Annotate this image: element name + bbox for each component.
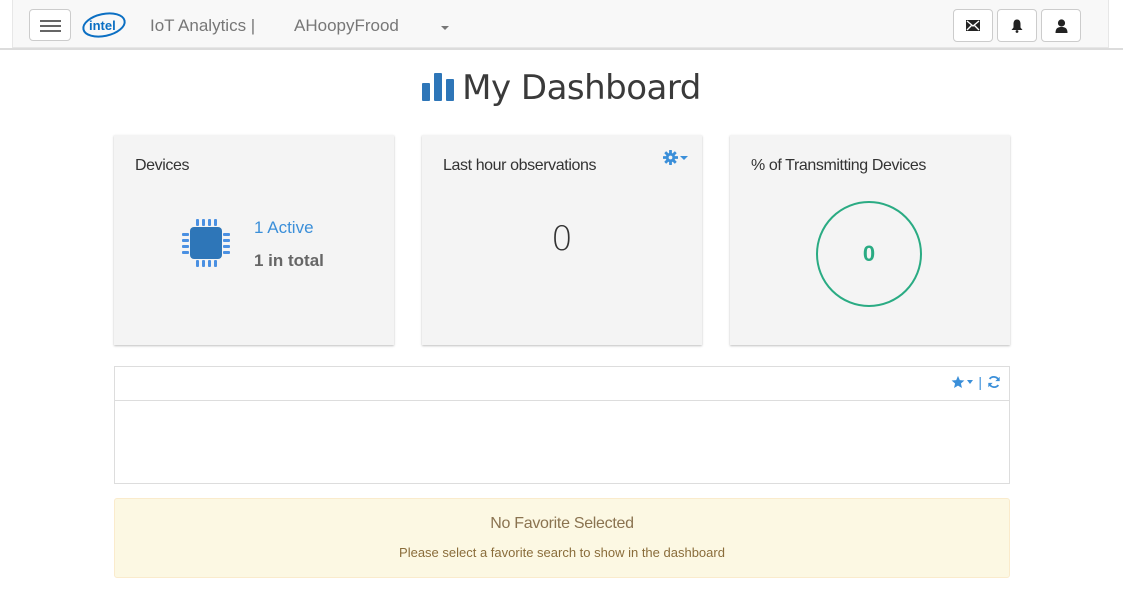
chevron-down-icon — [967, 380, 974, 384]
menu-icon-bar — [40, 30, 61, 32]
gear-icon — [663, 150, 678, 165]
devices-card: Devices 1 Active 1 in total — [114, 135, 394, 345]
observations-count: 0 — [551, 219, 573, 259]
active-devices-link[interactable]: 1 Active — [254, 218, 314, 238]
account-selector[interactable]: AHoopyFrood — [294, 16, 399, 36]
observations-settings-dropdown[interactable] — [663, 150, 688, 165]
intel-logo[interactable]: intel — [81, 11, 127, 44]
bar-chart-icon — [422, 72, 455, 101]
messages-button[interactable] — [953, 9, 993, 42]
no-favorite-alert: No Favorite Selected Please select a fav… — [114, 498, 1010, 578]
app-title: IoT Analytics | — [150, 16, 256, 35]
menu-icon-bar — [40, 25, 61, 27]
alert-heading: No Favorite Selected — [490, 515, 634, 532]
favorites-panel-header: | — [115, 367, 1009, 401]
page-title: My Dashboard — [0, 68, 1123, 108]
notifications-button[interactable] — [997, 9, 1037, 42]
transmitting-card-title: % of Transmitting Devices — [751, 157, 926, 174]
devices-card-title: Devices — [135, 157, 190, 174]
favorite-select-dropdown[interactable] — [951, 375, 974, 389]
mail-icon — [966, 20, 980, 31]
menu-toggle-button[interactable] — [29, 9, 71, 41]
toolbar-separator: | — [978, 374, 982, 390]
observations-card-title: Last hour observations — [443, 157, 597, 174]
top-navbar: intel IoT Analytics | AHoopyFrood — [12, 0, 1109, 48]
chip-icon — [180, 217, 232, 274]
refresh-icon[interactable] — [987, 375, 1001, 389]
user-menu-button[interactable] — [1041, 9, 1081, 42]
menu-icon — [40, 20, 61, 22]
navbar-divider — [0, 48, 1123, 50]
bell-icon — [1011, 19, 1023, 33]
alert-message: Please select a favorite search to show … — [399, 545, 725, 560]
favorites-toolbar: | — [951, 374, 1001, 390]
transmitting-devices-card: % of Transmitting Devices 0 — [730, 135, 1010, 345]
transmitting-percent-gauge: 0 — [816, 201, 922, 307]
observations-card: Last hour observations 0 — [422, 135, 702, 345]
svg-text:intel: intel — [89, 18, 116, 33]
total-devices-count: 1 in total — [254, 251, 324, 270]
chevron-down-icon[interactable] — [441, 26, 449, 30]
chevron-down-icon — [680, 155, 688, 160]
page-title-text: My Dashboard — [462, 68, 701, 108]
user-icon — [1055, 18, 1067, 33]
favorites-panel: | — [114, 366, 1010, 484]
transmitting-percent-value: 0 — [862, 241, 876, 266]
star-icon — [951, 375, 965, 389]
